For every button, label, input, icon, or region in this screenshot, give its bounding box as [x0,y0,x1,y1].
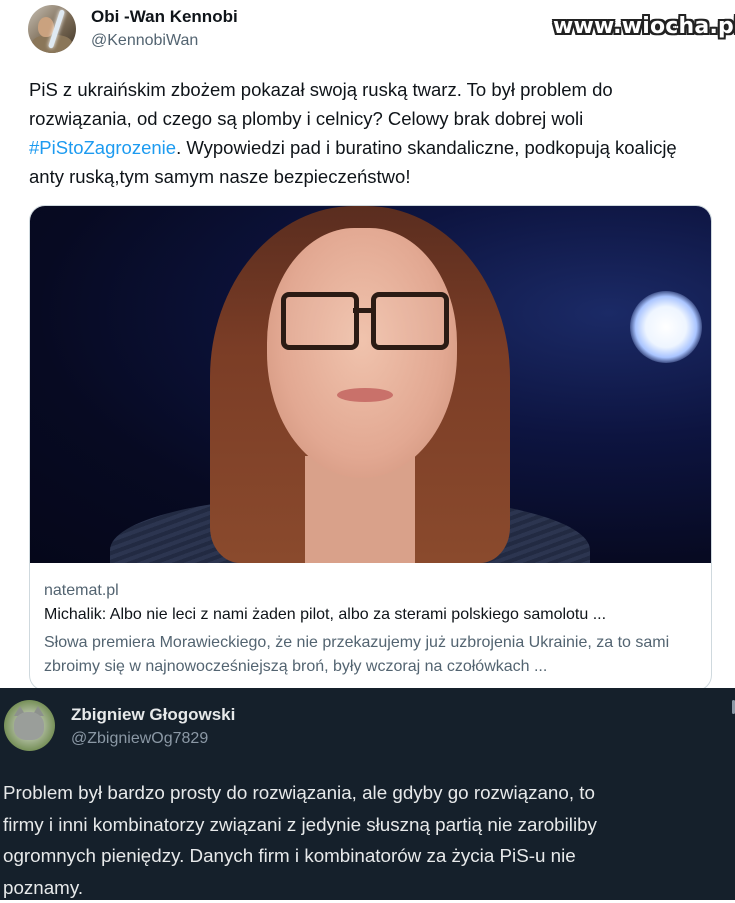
tweet-text: PiS z ukraińskim zbożem pokazał swoją ru… [29,75,709,191]
tweet-line: ogromnych pieniędzy. Danych firm i kombi… [3,840,735,872]
author-name[interactable]: Zbigniew Głogowski [71,705,235,725]
stage-light [630,291,702,363]
tweet-text-start: PiS z ukraińskim zbożem pokazał swoją ru… [29,79,613,129]
person-face [267,228,457,478]
cat-icon [14,712,44,740]
link-card[interactable]: natemat.pl Michalik: Albo nie leci z nam… [29,205,712,691]
author-handle[interactable]: @KennobiWan [91,32,198,50]
tweet-line: Problem był bardzo prosty do rozwiązania… [3,777,735,809]
author-avatar[interactable] [28,5,76,53]
tweet-line: firmy i inni kombinatorzy związani z jed… [3,809,735,841]
glasses-left-lens [281,292,359,350]
hashtag-link[interactable]: #PiStoZagrozenie [29,137,176,158]
card-image[interactable] [30,206,711,563]
watermark-logo: www.wiocha.pl [553,14,735,39]
card-domain: natemat.pl [44,582,119,600]
glasses-right-lens [371,292,449,350]
person-lips [337,388,393,402]
tweet-dark: Zbigniew Głogowski @ZbigniewOg7829 Probl… [0,688,735,900]
author-handle[interactable]: @ZbigniewOg7829 [71,730,208,748]
author-name[interactable]: Obi -Wan Kennobi [91,7,238,27]
tweet-line: poznamy. [3,872,735,903]
card-title: Michalik: Albo nie leci z nami żaden pil… [44,606,699,624]
tweet-text: Problem był bardzo prosty do rozwiązania… [3,777,735,903]
glasses-bridge [353,308,373,313]
card-description: Słowa premiera Morawieckiego, że nie prz… [44,631,699,679]
tweet-light: Obi -Wan Kennobi @KennobiWan www.wiocha.… [0,0,735,688]
author-avatar[interactable] [4,700,55,751]
